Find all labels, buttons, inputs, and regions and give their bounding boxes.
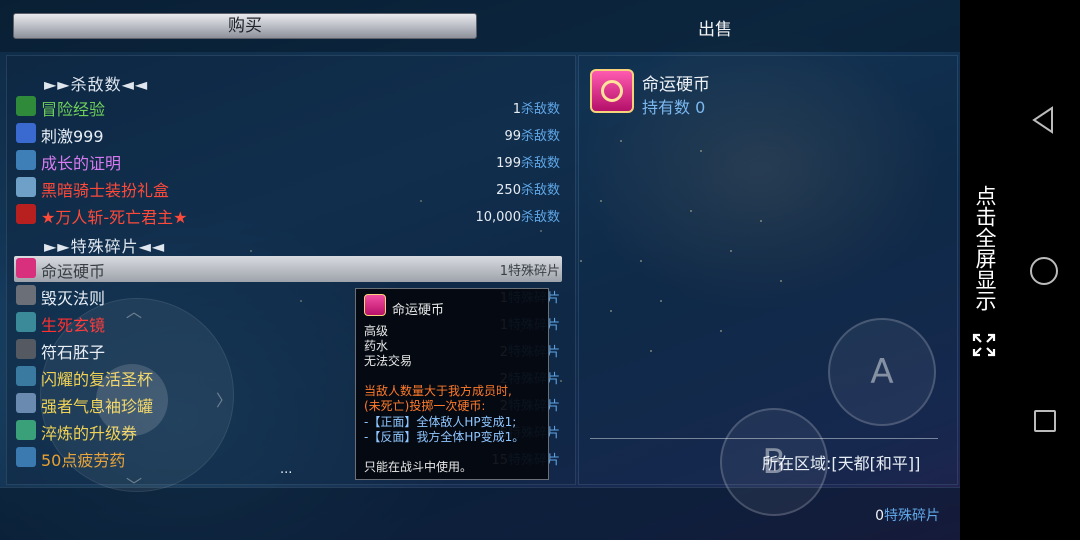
item-price-unit: 杀敌数	[520, 129, 560, 144]
joystick-right-arrow-icon: 〉	[216, 391, 233, 410]
item-price: 250杀敌数	[496, 179, 560, 198]
shop-item-row[interactable]: 黑暗骑士装扮礼盒 250杀敌数	[14, 175, 562, 201]
tooltip-trade: 无法交易	[364, 354, 413, 368]
item-name: 刺激999	[41, 127, 104, 146]
back-icon[interactable]	[1030, 106, 1056, 134]
item-price-amount: 1	[499, 264, 508, 279]
detail-item-name: 命运硬币	[642, 75, 710, 95]
item-price-amount: 1	[512, 102, 521, 117]
mirror-icon	[16, 312, 36, 332]
item-name: 毁灭法则	[41, 289, 106, 308]
recent-apps-icon[interactable]	[1034, 410, 1056, 432]
shop-item-row[interactable]: 命运硬币 1特殊碎片	[14, 256, 562, 282]
coin-icon	[364, 294, 386, 316]
item-price-unit: 杀敌数	[520, 102, 560, 117]
section-header-kills: ►►杀敌数◄◄	[44, 75, 149, 94]
potion-icon	[16, 123, 36, 143]
tooltip-desc-4: -【反面】我方全体HP变成1。	[364, 430, 525, 444]
game-screen: 购买 出售 ►►杀敌数◄◄ ►►特殊碎片◄◄ 冒险经验 1杀敌数 刺激999 99杀敌…	[0, 0, 960, 540]
item-price-amount: 250	[496, 183, 521, 198]
shop-item-row[interactable]: 成长的证明 199杀敌数	[14, 148, 562, 174]
joystick-up-arrow-icon: ︿	[126, 302, 143, 321]
item-name: 黑暗骑士装扮礼盒	[41, 181, 170, 200]
leaf-icon	[16, 96, 36, 116]
item-name: ★万人斩-死亡君主★	[41, 208, 188, 227]
item-name: 成长的证明	[41, 154, 122, 173]
tab-sell[interactable]: 出售	[640, 15, 790, 40]
item-price-unit: 特殊碎片	[507, 264, 560, 279]
skull-icon	[16, 204, 36, 224]
item-price-unit: 杀敌数	[520, 183, 560, 198]
home-icon[interactable]	[1030, 257, 1058, 285]
item-price: 199杀敌数	[496, 152, 560, 171]
section-header-fragments: ►►特殊碎片◄◄	[44, 237, 166, 256]
shop-item-row[interactable]: 冒险经验 1杀敌数	[14, 94, 562, 120]
fullscreen-icon[interactable]	[972, 333, 996, 357]
item-name: 冒险经验	[41, 100, 106, 119]
item-price-amount: 199	[496, 156, 521, 171]
currency-unit: 特殊碎片	[884, 508, 940, 524]
detail-owned-count: 持有数 0	[642, 98, 706, 117]
item-price: 1特殊碎片	[500, 260, 560, 279]
fullscreen-hint[interactable]: 点击全屏显示	[970, 185, 1000, 311]
item-price-amount: 99	[504, 129, 521, 144]
item-price: 99杀敌数	[504, 125, 560, 144]
chalice-icon	[16, 366, 36, 386]
joystick-down-arrow-icon: ﹀	[126, 476, 143, 495]
tooltip-usage: 只能在战斗中使用。	[364, 460, 473, 474]
shop-item-row[interactable]: 刺激999 99杀敌数	[14, 121, 562, 147]
item-price: 10,000杀敌数	[475, 206, 560, 225]
ticket-icon	[16, 420, 36, 440]
tab-buy[interactable]: 购买	[13, 13, 477, 39]
list-more-indicator: ...	[280, 462, 293, 477]
scroll-icon	[16, 150, 36, 170]
tooltip-title: 命运硬币	[392, 303, 445, 318]
bottle-icon	[16, 447, 36, 467]
item-tooltip: 命运硬币 高级 药水 无法交易 当敌人数量大于我方成员时, (未死亡)投掷一次硬…	[355, 288, 549, 480]
currency-display: 0特殊碎片	[875, 505, 940, 525]
item-price: 1杀敌数	[513, 98, 560, 117]
shop-item-row[interactable]: ★万人斩-死亡君主★ 10,000杀敌数	[14, 202, 562, 228]
b-button[interactable]: B	[720, 408, 828, 516]
item-name: 命运硬币	[41, 262, 106, 281]
coin-icon	[16, 258, 36, 278]
currency-amount: 0	[875, 508, 884, 524]
a-button[interactable]: A	[828, 318, 936, 426]
detail-coin-icon	[590, 69, 634, 113]
joystick-knob[interactable]	[96, 364, 168, 436]
item-price-amount: 10,000	[475, 210, 521, 225]
tooltip-desc-2: (未死亡)投掷一次硬币:	[364, 399, 486, 413]
item-price-unit: 杀敌数	[520, 156, 560, 171]
gift-box-icon	[16, 177, 36, 197]
blank-icon	[16, 285, 36, 305]
jar-icon	[16, 393, 36, 413]
stone-icon	[16, 339, 36, 359]
item-price-unit: 杀敌数	[520, 210, 560, 225]
tab-bar: 购买 出售	[0, 0, 960, 52]
